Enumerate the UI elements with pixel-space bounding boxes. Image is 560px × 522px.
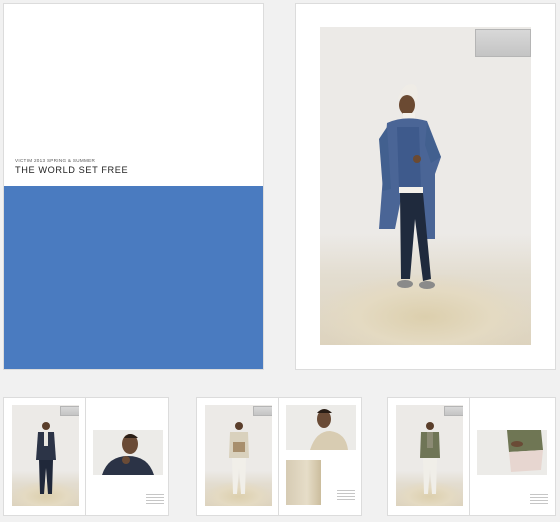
spread-1-photo-full (12, 405, 79, 506)
spread-2-photo-portrait (286, 405, 356, 450)
spread-3-left-page[interactable] (388, 398, 470, 515)
model-figure (36, 422, 56, 494)
spread-2-photo-full (205, 405, 272, 506)
lookbook-page-large[interactable] (296, 4, 555, 369)
model-figure (379, 84, 441, 289)
model-figure (229, 422, 249, 494)
wall-vent (475, 29, 531, 57)
cover-title: THE WORLD SET FREE (15, 165, 129, 175)
spread-1-photo-portrait (93, 430, 163, 475)
spread-3-photo-detail (477, 430, 547, 475)
spread-1-left-page[interactable] (4, 398, 86, 515)
wall-vent (253, 406, 272, 416)
model-figure (507, 430, 543, 472)
cover-page[interactable]: VICTIM 2013 SPRING & SUMMER THE WORLD SE… (4, 4, 263, 369)
model-figure (310, 409, 348, 450)
spread-2-photo-detail (286, 460, 321, 505)
wall-vent (60, 406, 79, 416)
spread-3-caption (530, 494, 548, 506)
spread-2-left-page[interactable] (197, 398, 279, 515)
spread-2-caption (337, 490, 355, 502)
model-figure (102, 434, 154, 475)
lookbook-photo-large (320, 27, 531, 345)
spread-3-photo-full (396, 405, 463, 506)
spread-1-caption (146, 494, 164, 506)
spread-2-right-page[interactable] (279, 398, 361, 515)
cover-season-label: VICTIM 2013 SPRING & SUMMER (15, 158, 96, 163)
spread-1-right-page[interactable] (86, 398, 168, 515)
spread-3-right-page[interactable] (470, 398, 555, 515)
model-figure (420, 422, 440, 494)
cover-color-block (4, 186, 263, 369)
wall-vent (444, 406, 463, 416)
